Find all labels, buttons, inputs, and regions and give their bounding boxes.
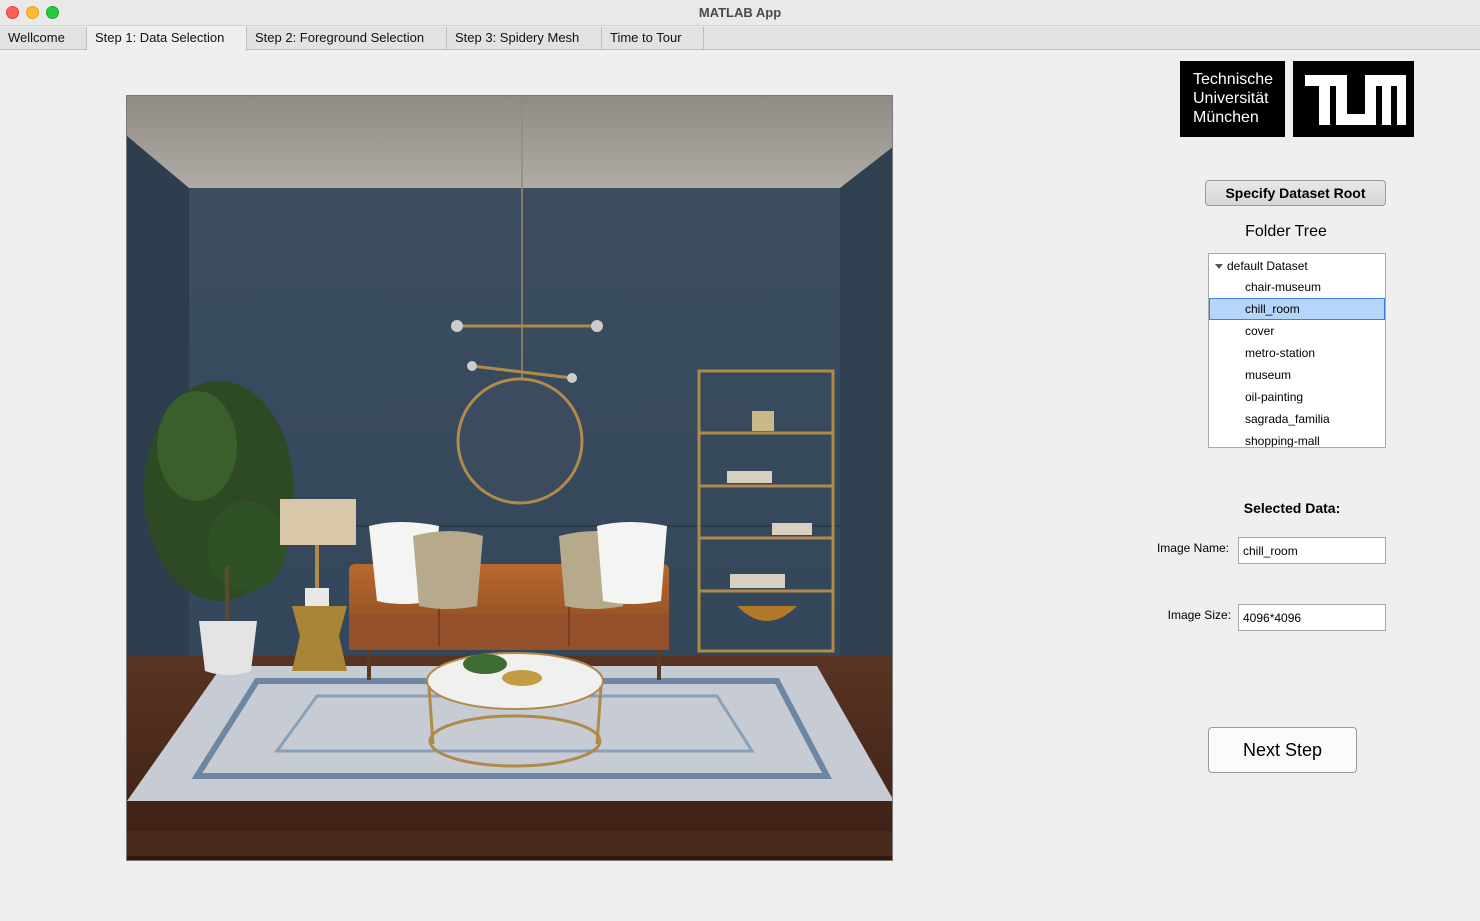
logo-line-3: München xyxy=(1193,109,1259,126)
caret-down-icon[interactable] xyxy=(1215,264,1223,269)
tree-item-cover[interactable]: cover xyxy=(1209,320,1385,342)
tree-item-oil-painting[interactable]: oil-painting xyxy=(1209,386,1385,408)
tree-item-shopping-mall[interactable]: shopping-mall xyxy=(1209,430,1385,447)
tab-data-selection[interactable]: Step 1: Data Selection xyxy=(87,27,247,51)
window-title: MATLAB App xyxy=(698,5,782,20)
tum-university-logo-text: Technische Universität München xyxy=(1180,61,1285,137)
tab-wellcome[interactable]: Wellcome xyxy=(0,27,87,50)
image-size-label: Image Size: xyxy=(1167,608,1231,622)
title-bar: MATLAB App xyxy=(0,0,1480,26)
tab-spidery-mesh[interactable]: Step 3: Spidery Mesh xyxy=(447,27,602,50)
tree-root-node[interactable]: default Dataset xyxy=(1209,256,1385,276)
folder-tree[interactable]: default Dataset chair-museum chill_room … xyxy=(1208,253,1386,448)
folder-tree-title: Folder Tree xyxy=(1245,223,1327,240)
image-name-label: Image Name: xyxy=(1156,541,1229,555)
image-size-field[interactable] xyxy=(1238,604,1386,631)
selected-data-title: Selected Data: xyxy=(1243,500,1341,516)
logo-line-1: Technische xyxy=(1193,71,1274,88)
tree-item-chill-room[interactable]: chill_room xyxy=(1209,298,1385,320)
tree-item-chair-museum[interactable]: chair-museum xyxy=(1209,276,1385,298)
tab-foreground-selection[interactable]: Step 2: Foreground Selection xyxy=(247,27,447,50)
tree-item-sagrada-familia[interactable]: sagrada_familia xyxy=(1209,408,1385,430)
tree-item-museum[interactable]: museum xyxy=(1209,364,1385,386)
dataset-image-preview xyxy=(126,95,893,861)
logo-line-2: Universität xyxy=(1193,90,1269,107)
next-step-button[interactable]: Next Step xyxy=(1208,727,1357,773)
tum-logo-icon xyxy=(1293,61,1414,137)
tree-root-label: default Dataset xyxy=(1227,259,1308,273)
image-name-field[interactable] xyxy=(1238,537,1386,564)
specify-dataset-root-button[interactable]: Specify Dataset Root xyxy=(1205,180,1386,206)
tab-bar: Wellcome Step 1: Data Selection Step 2: … xyxy=(0,27,1480,51)
tab-time-to-tour[interactable]: Time to Tour xyxy=(602,27,704,50)
tree-item-metro-station[interactable]: metro-station xyxy=(1209,342,1385,364)
